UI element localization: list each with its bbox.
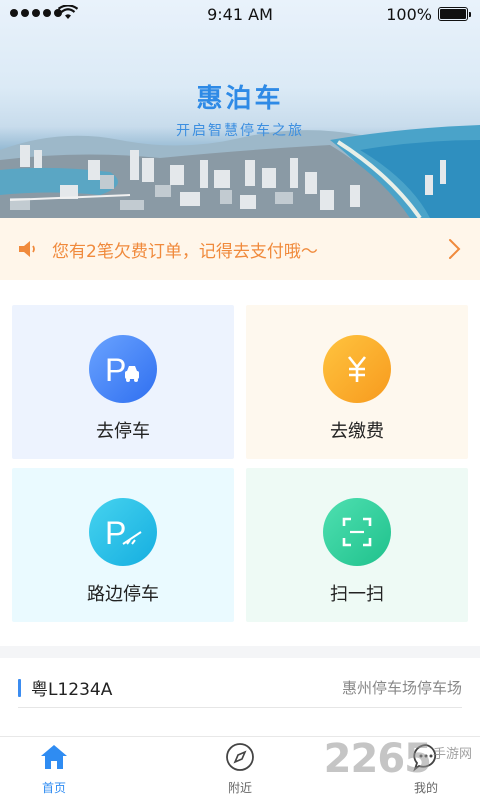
- site-watermark: 2265 手游网: [324, 736, 472, 782]
- app-slogan: 开启智慧停车之旅: [176, 123, 304, 139]
- battery-icon: [438, 7, 471, 21]
- home-icon: [41, 745, 67, 769]
- watermark-site: 手游网: [432, 747, 472, 762]
- parking-car-icon: P: [89, 335, 157, 403]
- tab-home[interactable]: 首页: [4, 741, 104, 796]
- chevron-right-icon[interactable]: [448, 238, 462, 260]
- compass-icon: [226, 743, 254, 771]
- action-grid: P 去停车 去缴费 P 路边停车 扫一扫: [0, 280, 480, 646]
- tab-nearby[interactable]: 附近: [190, 741, 290, 796]
- go-pay-card[interactable]: 去缴费: [246, 305, 468, 459]
- vehicle-row[interactable]: 粤L1234A 惠州停车场停车场: [18, 668, 462, 708]
- tab-nearby-label: 附近: [227, 781, 252, 795]
- battery-percent: 100%: [386, 5, 432, 24]
- roadside-parking-card[interactable]: P 路边停车: [12, 468, 234, 622]
- scan-icon: [323, 498, 391, 566]
- app-title: 惠泊车: [196, 84, 284, 114]
- roadside-parking-icon: P: [89, 498, 157, 566]
- notice-text: 您有2笔欠费订单，记得去支付哦～: [52, 241, 318, 262]
- go-park-card[interactable]: P 去停车: [12, 305, 234, 459]
- scan-card[interactable]: 扫一扫: [246, 468, 468, 622]
- vehicle-section: 粤L1234A 惠州停车场停车场: [0, 658, 480, 736]
- tab-home-label: 首页: [41, 781, 66, 795]
- watermark-number: 2265: [323, 736, 432, 782]
- go-pay-label: 去缴费: [330, 421, 384, 442]
- svg-text:P: P: [105, 515, 126, 550]
- go-park-label: 去停车: [96, 421, 150, 442]
- speaker-icon: [19, 241, 35, 257]
- scan-label: 扫一扫: [330, 584, 384, 605]
- svg-text:P: P: [105, 352, 126, 387]
- accent-bar: [18, 678, 21, 697]
- roadside-parking-label: 路边停车: [87, 584, 159, 605]
- arrears-notice[interactable]: 您有2笔欠费订单，记得去支付哦～: [0, 218, 480, 280]
- plate-number: 粤L1234A: [31, 680, 113, 700]
- status-bar: 9:41 AM 100%: [0, 0, 480, 28]
- parking-lot-name: 惠州停车场停车场: [341, 679, 462, 697]
- yuan-icon: [323, 335, 391, 403]
